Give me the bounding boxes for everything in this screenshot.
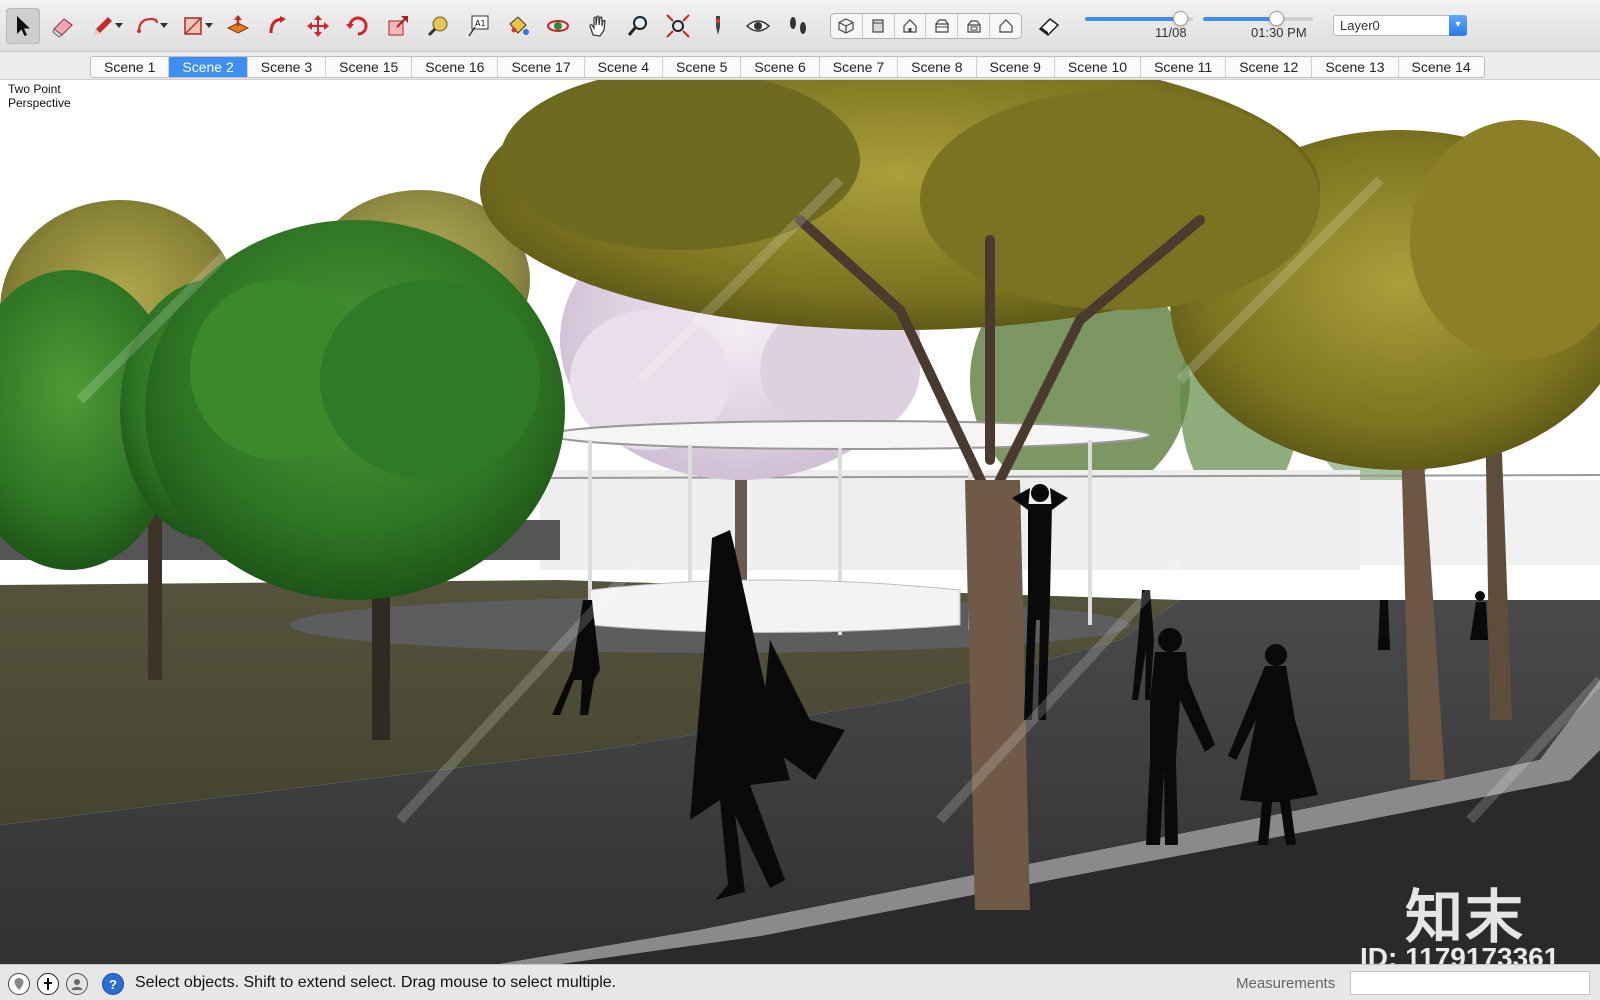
scene-tab-scene-17[interactable]: Scene 17 (498, 57, 585, 77)
orbit-icon (547, 20, 569, 32)
look-around-tool[interactable] (741, 8, 775, 44)
right-view-icon[interactable] (926, 14, 959, 38)
rectangle-icon (184, 17, 202, 35)
front-view-icon[interactable] (895, 14, 927, 38)
time-slider-handle[interactable] (1269, 11, 1284, 26)
pencil-icon (94, 17, 112, 35)
credits-icon[interactable] (37, 973, 59, 995)
line-tool[interactable] (86, 8, 123, 44)
scene-tab-scene-15[interactable]: Scene 15 (326, 57, 413, 77)
standard-views-group (830, 13, 1022, 39)
paint-bucket-tool[interactable] (501, 8, 535, 44)
dropdown-caret-icon[interactable] (160, 23, 168, 28)
scene-tab-scene-10[interactable]: Scene 10 (1055, 57, 1142, 77)
scene-tab-scene-4[interactable]: Scene 4 (585, 57, 664, 77)
section-plane-icon[interactable] (1032, 8, 1066, 44)
model-viewport[interactable]: Two Point Perspective 知末 ID: 1179173361 (0, 80, 1600, 964)
hand-icon (589, 15, 606, 37)
scene-tab-bar: Scene 1 Scene 2 Scene 3 Scene 15 Scene 16 Sce… (0, 52, 1600, 80)
scene-tab-scene-6[interactable]: Scene 6 (741, 57, 820, 77)
pan-tool[interactable] (581, 8, 615, 44)
scene-tab-scene-12[interactable]: Scene 12 (1226, 57, 1313, 77)
tape-measure-tool[interactable] (421, 8, 455, 44)
orbit-tool[interactable] (541, 8, 575, 44)
main-toolbar: A1 11/08 01:30 PM Layer0 ▾ (0, 0, 1600, 52)
back-view-icon[interactable] (958, 14, 991, 38)
time-label: 01:30 PM (1251, 25, 1307, 40)
time-slider[interactable] (1203, 11, 1313, 26)
iso-view-icon[interactable] (831, 14, 863, 38)
text-tool[interactable]: A1 (461, 8, 495, 44)
scene-tab-scene-1[interactable]: Scene 1 (91, 57, 170, 77)
zoom-tool[interactable] (621, 8, 655, 44)
dropdown-caret-icon[interactable] (115, 23, 123, 28)
measurements-label: Measurements (1236, 975, 1336, 992)
position-camera-tool[interactable] (701, 8, 735, 44)
scale-icon (388, 16, 408, 36)
push-pull-icon (226, 15, 250, 34)
scene-tab-scene-16[interactable]: Scene 16 (412, 57, 499, 77)
top-view-icon[interactable] (863, 14, 895, 38)
paint-bucket-icon (509, 16, 529, 35)
scene-tab-scene-8[interactable]: Scene 8 (898, 57, 977, 77)
zoom-extents-icon (666, 14, 690, 38)
arrow-cursor-icon (17, 16, 30, 36)
left-view-icon[interactable] (990, 14, 1021, 38)
select-tool[interactable] (6, 8, 40, 44)
scene-tab-scene-7[interactable]: Scene 7 (820, 57, 899, 77)
follow-me-tool[interactable] (261, 8, 295, 44)
scene-tab-strip: Scene 1 Scene 2 Scene 3 Scene 15 Scene 16 Sce… (90, 56, 1485, 78)
date-slider-handle[interactable] (1173, 11, 1188, 26)
follow-me-icon (269, 16, 286, 34)
tape-measure-icon (427, 16, 448, 37)
text-icon: A1 (468, 15, 489, 37)
rotate-tool[interactable] (341, 8, 375, 44)
chevron-down-icon[interactable]: ▾ (1449, 15, 1467, 36)
scale-tool[interactable] (381, 8, 415, 44)
eraser-tool[interactable] (46, 8, 80, 44)
watermark-id: ID: 1179173361 (1360, 942, 1560, 964)
scene-tab-scene-9[interactable]: Scene 9 (977, 57, 1055, 77)
magnifier-icon (627, 16, 647, 36)
geo-location-icon[interactable] (8, 973, 30, 995)
walk-tool[interactable] (781, 8, 815, 44)
arc-tool[interactable] (131, 8, 168, 44)
scene-tab-scene-14[interactable]: Scene 14 (1399, 57, 1484, 77)
eraser-icon (52, 18, 73, 38)
camera-mode-label-line2: Perspective (8, 96, 71, 110)
scene-tab-scene-13[interactable]: Scene 13 (1312, 57, 1399, 77)
arc-icon (137, 17, 159, 33)
scene-tab-scene-2[interactable]: Scene 2 (169, 57, 248, 77)
svg-text:A1: A1 (475, 19, 486, 28)
footprints-icon (790, 17, 806, 34)
user-account-icon[interactable] (66, 973, 88, 995)
date-label: 11/08 (1155, 25, 1187, 40)
status-bar: ? Select objects. Shift to extend select… (0, 964, 1600, 1000)
help-icon[interactable]: ? (102, 973, 124, 995)
camera-mode-label: Two Point Perspective (8, 82, 98, 110)
rotate-icon (346, 16, 368, 36)
position-camera-icon (716, 16, 720, 35)
zoom-extents-tool[interactable] (661, 8, 695, 44)
push-pull-tool[interactable] (221, 8, 255, 44)
move-tool[interactable] (301, 8, 335, 44)
dropdown-caret-icon[interactable] (205, 23, 213, 28)
eye-icon (745, 20, 771, 32)
scene-tab-scene-3[interactable]: Scene 3 (248, 57, 327, 77)
scene-render (0, 80, 1600, 964)
rectangle-tool[interactable] (176, 8, 213, 44)
date-slider[interactable] (1085, 11, 1193, 26)
status-message: Select objects. Shift to extend select. … (135, 974, 617, 991)
move-icon (307, 15, 329, 37)
scene-tab-scene-11[interactable]: Scene 11 (1141, 57, 1227, 77)
layer-dropdown[interactable]: Layer0 ▾ (1333, 15, 1467, 36)
scene-tab-scene-5[interactable]: Scene 5 (663, 57, 742, 77)
layer-dropdown-value: Layer0 (1340, 18, 1380, 33)
camera-mode-label-line1: Two Point (8, 82, 61, 96)
measurements-input[interactable] (1350, 971, 1590, 995)
